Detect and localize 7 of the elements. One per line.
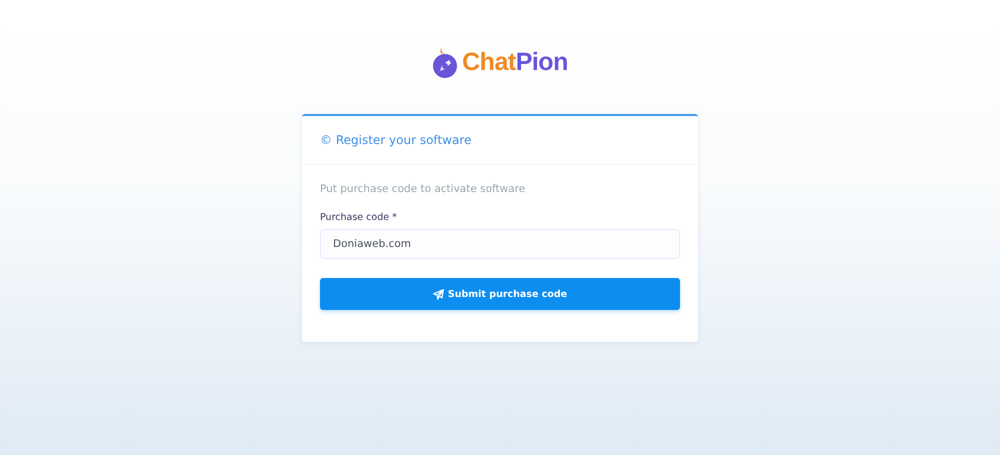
instruction-text: Put purchase code to activate software [320, 183, 526, 195]
purchase-code-field[interactable]: Doniaweb.com [320, 229, 680, 259]
field-label: Purchase code * [320, 212, 398, 223]
flame-logo-icon [432, 45, 458, 79]
paper-plane-icon [432, 288, 444, 300]
logo-text: ChatPion [462, 47, 568, 77]
card-title: © Register your software [320, 133, 472, 147]
